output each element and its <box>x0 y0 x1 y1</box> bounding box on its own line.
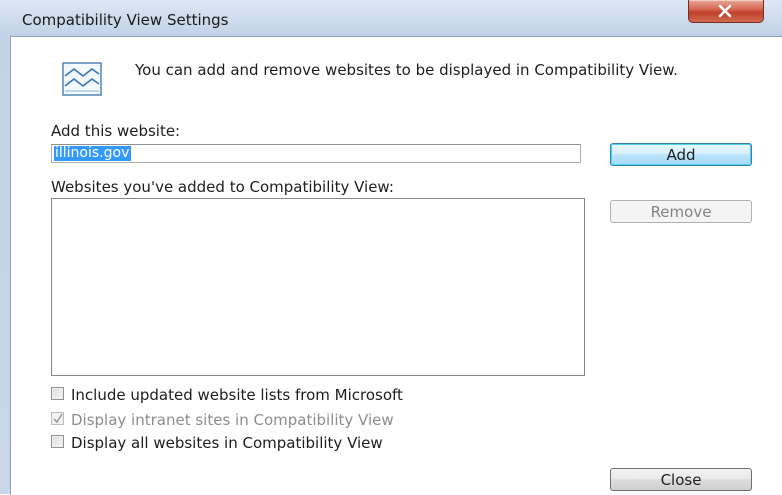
info-text: You can add and remove websites to be di… <box>135 61 678 79</box>
window-title: Compatibility View Settings <box>22 11 229 29</box>
websites-list-label: Websites you've added to Compatibility V… <box>51 178 394 196</box>
dialog-content: You can add and remove websites to be di… <box>10 36 782 495</box>
add-button[interactable]: Add <box>610 143 752 166</box>
include-updated-lists-checkbox[interactable] <box>51 387 64 400</box>
website-input[interactable]: illinois.gov <box>51 144 581 163</box>
window-close-button[interactable] <box>688 0 764 23</box>
display-intranet-checkbox <box>51 412 64 425</box>
title-bar[interactable]: Compatibility View Settings <box>0 0 782 36</box>
display-intranet-label: Display intranet sites in Compatibility … <box>71 411 394 429</box>
website-input-selected-text: illinois.gov <box>54 145 132 161</box>
close-button[interactable]: Close <box>610 468 752 491</box>
add-website-label: Add this website: <box>51 122 181 140</box>
dialog-window: Compatibility View Settings You can add … <box>0 0 782 495</box>
remove-button: Remove <box>610 200 752 223</box>
close-icon <box>718 4 732 18</box>
compatibility-view-icon <box>62 62 102 96</box>
display-all-websites-checkbox[interactable] <box>51 435 64 448</box>
websites-list[interactable] <box>51 198 585 376</box>
include-updated-lists-label: Include updated website lists from Micro… <box>71 386 403 404</box>
checkmark-icon <box>53 413 63 424</box>
display-all-websites-label: Display all websites in Compatibility Vi… <box>71 434 383 452</box>
